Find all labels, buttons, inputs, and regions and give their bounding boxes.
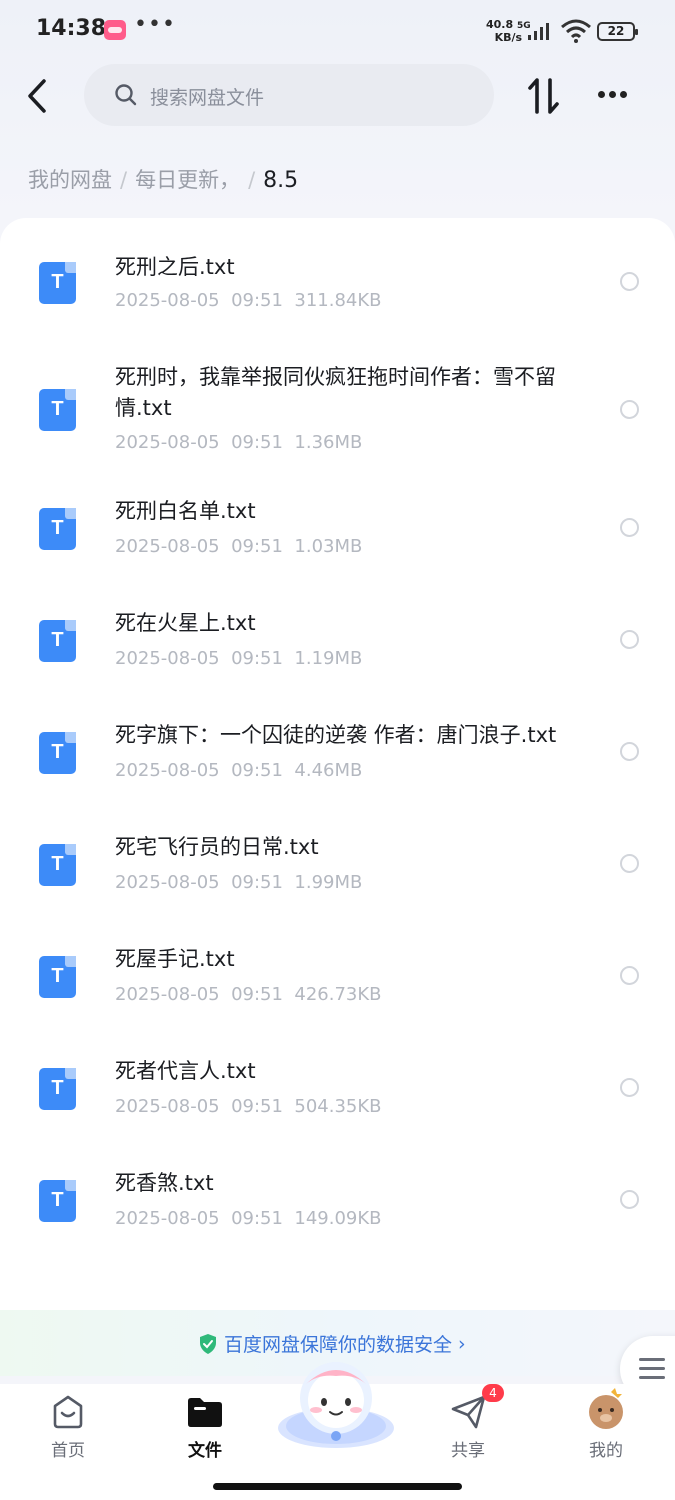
sort-button[interactable] xyxy=(526,74,562,118)
share-icon xyxy=(451,1395,486,1429)
more-notifications-icon: ••• xyxy=(134,12,176,37)
breadcrumb-item-folder[interactable]: 每日更新， xyxy=(135,168,240,192)
text-file-icon: T xyxy=(39,732,76,774)
select-checkbox[interactable] xyxy=(620,1078,639,1097)
more-dot-icon xyxy=(620,91,627,98)
breadcrumb-current: 8.5 xyxy=(263,168,299,193)
file-meta: 2025-08-05 09:51 426.73KB xyxy=(115,984,382,1005)
text-file-icon: T xyxy=(39,262,76,304)
file-name: 死刑白名单.txt xyxy=(115,499,256,523)
text-file-icon: T xyxy=(39,956,76,998)
file-name: 死者代言人.txt xyxy=(115,1059,256,1083)
folder-icon xyxy=(188,1398,222,1427)
file-meta: 2025-08-05 09:51 311.84KB xyxy=(115,290,382,311)
mascot-icon xyxy=(278,1362,394,1448)
back-arrow-icon xyxy=(28,79,46,113)
menu-icon xyxy=(639,1358,665,1361)
select-checkbox[interactable] xyxy=(620,630,639,649)
file-name: 死字旗下：一个囚徒的逆袭 作者：唐门浪子.txt xyxy=(115,723,557,747)
text-file-icon: T xyxy=(39,1068,76,1110)
file-name: 死香煞.txt xyxy=(115,1171,214,1195)
nav-item-home[interactable]: 首页 xyxy=(18,1384,118,1464)
chevron-right-icon: › xyxy=(458,1332,466,1355)
nav-label: 文件 xyxy=(188,1441,222,1461)
share-badge: 4 xyxy=(482,1384,504,1402)
breadcrumb: 我的网盘 / 每日更新，/8.5 xyxy=(28,168,299,193)
battery-icon: 22 xyxy=(597,22,638,41)
home-icon xyxy=(53,1395,83,1429)
network-speed: 40.8 5G KB/s xyxy=(486,18,531,44)
text-file-icon: T xyxy=(39,620,76,662)
file-meta: 2025-08-05 09:51 504.35KB xyxy=(115,1096,382,1117)
nav-label: 共享 xyxy=(451,1441,485,1461)
select-checkbox[interactable] xyxy=(620,400,639,419)
mascot-assistant-button[interactable] xyxy=(276,1356,396,1448)
file-meta: 2025-08-05 09:51 149.09KB xyxy=(115,1208,382,1229)
profile-avatar xyxy=(589,1388,623,1429)
search-placeholder: 搜索网盘文件 xyxy=(150,87,265,109)
more-dot-icon xyxy=(598,91,605,98)
file-meta: 2025-08-05 09:51 4.46MB xyxy=(115,760,363,781)
file-meta: 2025-08-05 09:51 1.03MB xyxy=(115,536,363,557)
file-meta: 2025-08-05 09:51 1.36MB xyxy=(115,432,363,453)
nav-item-profile[interactable]: 我的 xyxy=(556,1384,656,1464)
file-name: 死屋手记.txt xyxy=(115,947,235,971)
breadcrumb-item-root[interactable]: 我的网盘 xyxy=(28,168,112,192)
file-name: 死刑时，我靠举报同伙疯狂拖时间作者：雪不留情.txt xyxy=(115,365,556,420)
sort-icon xyxy=(528,78,559,114)
text-file-icon: T xyxy=(39,508,76,550)
select-checkbox[interactable] xyxy=(620,518,639,537)
status-time: 14:38 xyxy=(36,16,107,41)
file-list: T 死刑之后.txt 2025-08-05 09:51 311.84KB T 死… xyxy=(0,218,675,1358)
text-file-icon: T xyxy=(39,1180,76,1222)
select-checkbox[interactable] xyxy=(620,854,639,873)
status-bar: 14:38 ••• 40.8 5G KB/s 22 xyxy=(0,0,675,62)
safety-text: 百度网盘保障你的数据安全 xyxy=(224,1334,453,1356)
select-checkbox[interactable] xyxy=(620,1190,639,1209)
file-meta: 2025-08-05 09:51 1.99MB xyxy=(115,872,363,893)
more-dot-icon xyxy=(609,91,616,98)
nav-label: 我的 xyxy=(589,1441,623,1461)
more-options-button[interactable] xyxy=(592,82,632,108)
shield-icon xyxy=(200,1333,216,1354)
file-name: 死宅飞行员的日常.txt xyxy=(115,835,319,859)
select-checkbox[interactable] xyxy=(620,272,639,291)
text-file-icon: T xyxy=(39,389,76,431)
back-button[interactable] xyxy=(20,75,54,117)
search-icon xyxy=(115,84,137,106)
nav-item-files[interactable]: 文件 xyxy=(155,1384,255,1464)
signal-icon xyxy=(528,23,549,40)
nav-label: 首页 xyxy=(51,1441,85,1461)
home-indicator[interactable] xyxy=(213,1483,462,1490)
notification-app-icon xyxy=(104,20,126,40)
search-input[interactable]: 搜索网盘文件 xyxy=(84,64,494,126)
file-name: 死刑之后.txt xyxy=(115,255,235,279)
select-checkbox[interactable] xyxy=(620,966,639,985)
file-meta: 2025-08-05 09:51 1.19MB xyxy=(115,648,363,669)
file-name: 死在火星上.txt xyxy=(115,611,256,635)
wifi-icon xyxy=(561,19,591,43)
select-checkbox[interactable] xyxy=(620,742,639,761)
text-file-icon: T xyxy=(39,844,76,886)
